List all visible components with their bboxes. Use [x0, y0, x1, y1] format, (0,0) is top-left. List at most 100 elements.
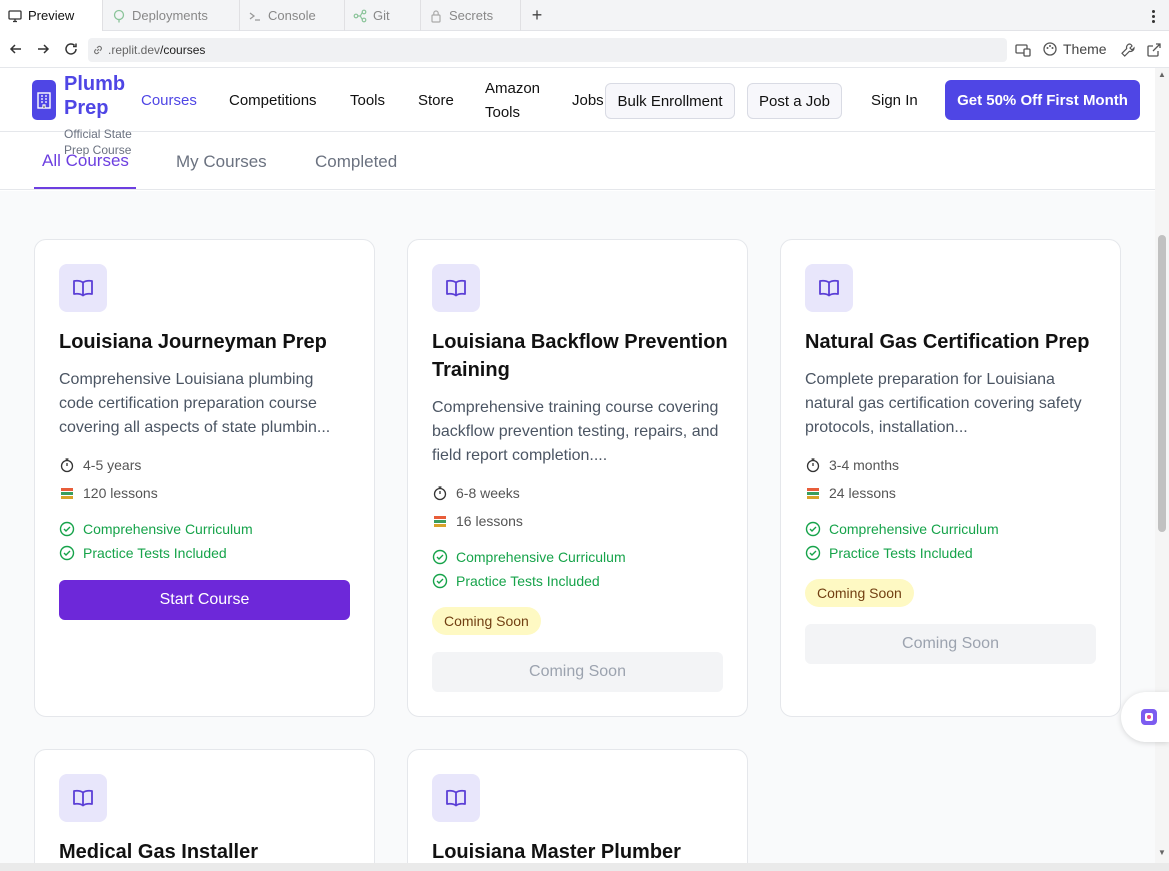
tab-git[interactable]: Git	[345, 0, 421, 31]
back-arrow-icon[interactable]	[8, 41, 24, 57]
discount-cta-button[interactable]: Get 50% Off First Month	[945, 80, 1140, 120]
check-circle-icon	[432, 549, 448, 565]
nav-store[interactable]: Store	[418, 89, 454, 113]
git-icon	[353, 9, 367, 22]
tab-preview[interactable]: Preview	[0, 0, 103, 31]
course-title: Louisiana Master Plumber	[432, 841, 681, 863]
bulk-enrollment-button[interactable]: Bulk Enrollment	[605, 83, 735, 119]
new-tab-plus-icon[interactable]: +	[527, 5, 547, 25]
deployments-icon	[113, 9, 125, 22]
nav-courses[interactable]: Courses	[141, 89, 197, 113]
courses-grid: Louisiana Journeyman Prep Comprehensive …	[0, 191, 1155, 863]
course-title: Louisiana Backflow Prevention Training	[432, 331, 728, 381]
url-path: /courses	[160, 43, 206, 57]
feature-item: Practice Tests Included	[805, 543, 973, 563]
devices-icon[interactable]	[1014, 41, 1032, 59]
course-duration: 3-4 months	[805, 455, 899, 475]
horizontal-scrollbar[interactable]	[0, 863, 1169, 871]
course-card: Natural Gas Certification Prep Complete …	[780, 239, 1121, 717]
reload-icon[interactable]	[63, 41, 79, 57]
site-header: Plumb Prep Courses Competitions Tools St…	[0, 68, 1155, 132]
course-duration: 6-8 weeks	[432, 483, 520, 503]
check-circle-icon	[432, 573, 448, 589]
nav-competitions[interactable]: Competitions	[229, 89, 317, 113]
assistant-icon	[1141, 709, 1157, 725]
scroll-thumb[interactable]	[1158, 235, 1166, 532]
feature-item: Practice Tests Included	[59, 543, 227, 563]
url-bar: .replit.dev/courses Theme	[0, 31, 1169, 68]
books-icon	[61, 488, 73, 499]
nav-jobs[interactable]: Jobs	[572, 89, 604, 113]
course-title: Medical Gas Installer	[59, 841, 258, 863]
logo[interactable]	[32, 80, 56, 120]
open-external-icon[interactable]	[1145, 41, 1163, 59]
course-filter-tabs: All Courses My Courses Completed	[0, 132, 1155, 190]
url-domain: .replit.dev	[108, 43, 161, 57]
course-description: Complete preparation for Louisiana natur…	[805, 371, 1082, 436]
nav-amazon-tools[interactable]: Amazon Tools	[485, 77, 547, 125]
theme-button[interactable]: Theme	[1042, 39, 1107, 59]
stopwatch-icon	[806, 458, 820, 473]
nav-tools[interactable]: Tools	[350, 89, 385, 113]
replit-tab-bar: Preview Deployments Console Git Secrets …	[0, 0, 1169, 31]
url-input[interactable]: .replit.dev/courses	[88, 38, 1007, 62]
link-icon	[94, 45, 102, 55]
scroll-up-arrow-icon[interactable]: ▲	[1158, 70, 1166, 79]
sign-in-link[interactable]: Sign In	[871, 89, 918, 113]
terminal-icon	[249, 11, 260, 21]
course-title: Louisiana Journeyman Prep	[59, 331, 327, 353]
course-description: Comprehensive training course covering b…	[432, 399, 719, 464]
course-card: Medical Gas Installer	[34, 749, 375, 863]
course-duration: 4-5 years	[59, 455, 141, 475]
forward-arrow-icon[interactable]	[35, 41, 51, 57]
course-title: Natural Gas Certification Prep	[805, 331, 1090, 353]
feature-item: Comprehensive Curriculum	[432, 547, 626, 567]
check-circle-icon	[805, 521, 821, 537]
wrench-icon[interactable]	[1119, 41, 1137, 59]
course-card: Louisiana Backflow Prevention Training C…	[407, 239, 748, 717]
active-tab-indicator	[34, 187, 136, 189]
feature-item: Comprehensive Curriculum	[805, 519, 999, 539]
course-lessons: 24 lessons	[805, 483, 896, 503]
tab-console[interactable]: Console	[240, 0, 345, 31]
assistant-launcher[interactable]	[1121, 692, 1169, 742]
stopwatch-icon	[60, 458, 74, 473]
coming-soon-button[interactable]: Coming Soon	[805, 624, 1096, 664]
building-icon	[37, 92, 51, 109]
status-badge: Coming Soon	[805, 579, 914, 607]
books-icon	[434, 516, 446, 527]
check-circle-icon	[805, 545, 821, 561]
feature-item: Comprehensive Curriculum	[59, 519, 253, 539]
brand-name[interactable]: Plumb Prep	[64, 72, 134, 120]
monitor-icon	[8, 9, 22, 22]
check-circle-icon	[59, 545, 75, 561]
scroll-down-arrow-icon[interactable]: ▼	[1158, 848, 1166, 857]
brand-subtitle: Official State Prep Course	[64, 127, 132, 157]
course-description: Comprehensive Louisiana plumbing code ce…	[59, 371, 331, 436]
tab-completed[interactable]: Completed	[315, 150, 397, 174]
feature-item: Practice Tests Included	[432, 571, 600, 591]
start-course-button[interactable]: Start Course	[59, 580, 350, 620]
more-options-icon[interactable]	[1148, 6, 1158, 26]
post-job-button[interactable]: Post a Job	[747, 83, 842, 119]
course-card: Louisiana Master Plumber	[407, 749, 748, 863]
tab-deployments[interactable]: Deployments	[104, 0, 240, 31]
palette-icon	[1043, 42, 1057, 56]
tab-secrets[interactable]: Secrets	[421, 0, 521, 31]
coming-soon-button[interactable]: Coming Soon	[432, 652, 723, 692]
book-icon	[59, 774, 107, 822]
course-lessons: 16 lessons	[432, 511, 523, 531]
book-icon	[805, 264, 853, 312]
books-icon	[807, 488, 819, 499]
lock-icon	[431, 9, 441, 23]
book-icon	[432, 774, 480, 822]
book-icon	[59, 264, 107, 312]
check-circle-icon	[59, 521, 75, 537]
course-card: Louisiana Journeyman Prep Comprehensive …	[34, 239, 375, 717]
tab-my-courses[interactable]: My Courses	[176, 150, 267, 174]
stopwatch-icon	[433, 486, 447, 501]
vertical-scrollbar[interactable]: ▲ ▼	[1155, 68, 1169, 863]
course-lessons: 120 lessons	[59, 483, 158, 503]
status-badge: Coming Soon	[432, 607, 541, 635]
book-icon	[432, 264, 480, 312]
